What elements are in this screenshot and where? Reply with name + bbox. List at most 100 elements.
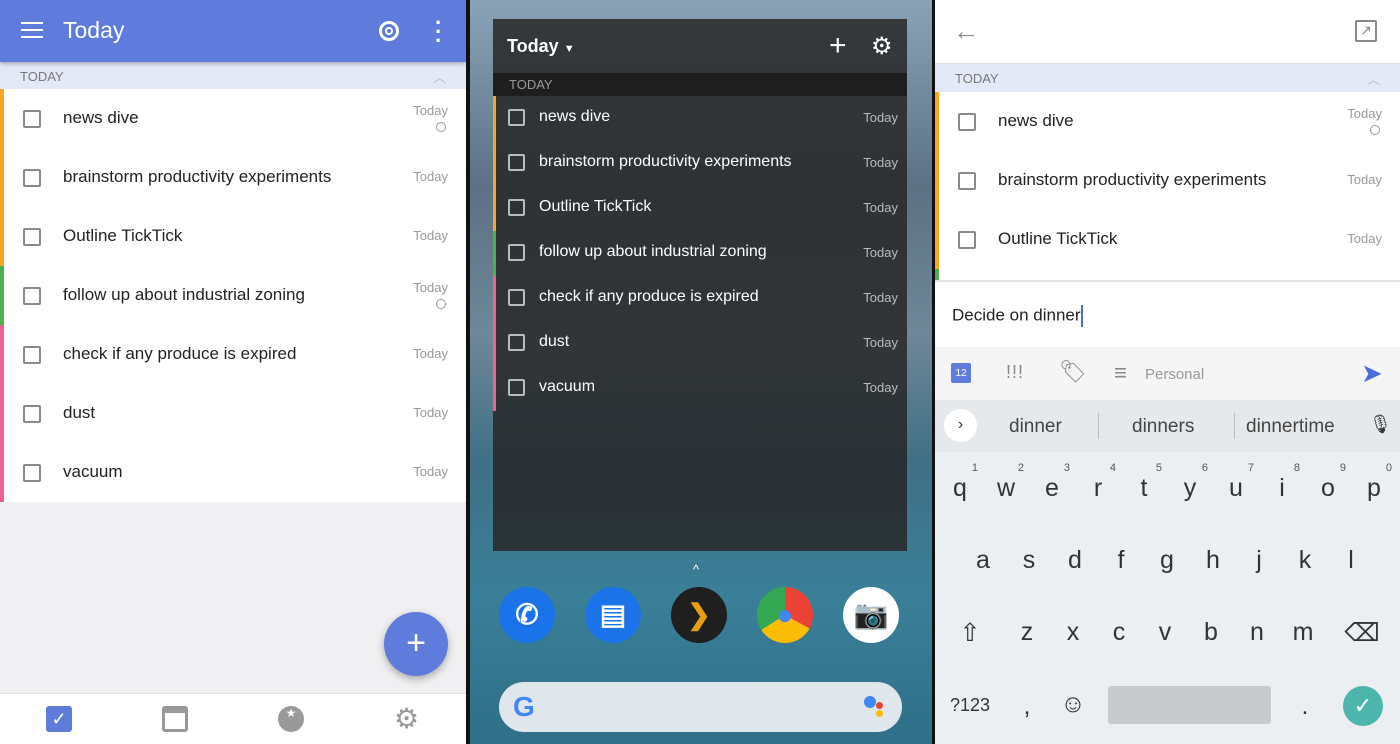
task-title[interactable]: brainstorm productivity experiments — [539, 153, 792, 171]
task-checkbox[interactable] — [508, 379, 525, 396]
key-b[interactable]: b — [1191, 618, 1231, 647]
send-icon[interactable]: ➤ — [1361, 358, 1383, 389]
menu-icon[interactable] — [21, 22, 43, 38]
key-j[interactable]: j — [1239, 546, 1279, 575]
emoji-key[interactable]: ☺ — [1053, 690, 1093, 719]
task-row[interactable]: dust Today — [493, 321, 907, 366]
task-row[interactable]: follow up about industrial zoningToday — [0, 266, 466, 325]
task-title[interactable]: news dive — [539, 108, 610, 126]
key-k[interactable]: k — [1285, 546, 1325, 575]
key-x[interactable]: x — [1053, 618, 1093, 647]
date-icon[interactable]: 12 — [951, 363, 971, 383]
messages-icon[interactable]: ▤ — [585, 587, 641, 643]
task-row[interactable]: news dive Today — [935, 92, 1400, 151]
task-checkbox[interactable] — [508, 154, 525, 171]
key-n[interactable]: n — [1237, 618, 1277, 647]
task-title[interactable]: vacuum — [539, 378, 595, 396]
task-checkbox[interactable] — [508, 244, 525, 261]
task-row[interactable]: vacuum Today — [0, 443, 466, 502]
collapse-icon[interactable]: ︿ — [433, 67, 446, 86]
task-checkbox[interactable] — [23, 228, 41, 246]
suggestion[interactable]: dinners — [1132, 416, 1194, 438]
key-v[interactable]: v — [1145, 618, 1185, 647]
key-l[interactable]: l — [1331, 546, 1371, 575]
key-m[interactable]: m — [1283, 618, 1323, 647]
task-title[interactable]: news dive — [998, 111, 1074, 131]
key-r[interactable]: r4 — [1078, 462, 1118, 503]
period-key[interactable]: . — [1285, 692, 1325, 721]
task-row[interactable]: check if any produce is expired Today — [0, 325, 466, 384]
comma-key[interactable]: , — [1007, 692, 1047, 721]
task-checkbox[interactable] — [508, 199, 525, 216]
task-title[interactable]: brainstorm productivity experiments — [998, 170, 1266, 190]
task-input[interactable]: Decide on dinner — [935, 283, 1400, 347]
add-icon[interactable]: + — [829, 29, 847, 63]
task-checkbox[interactable] — [23, 110, 41, 128]
key-w[interactable]: w2 — [986, 462, 1026, 503]
task-checkbox[interactable] — [508, 109, 525, 126]
shift-key[interactable]: ⇧ — [950, 618, 990, 648]
task-checkbox[interactable] — [23, 346, 41, 364]
task-row[interactable]: Outline TickTick Today — [0, 207, 466, 266]
task-row[interactable]: Outline TickTick Today — [493, 186, 907, 231]
settings-icon[interactable]: ⚙ — [871, 32, 893, 61]
task-row[interactable]: follow up about industrial zoningToday — [493, 231, 907, 276]
task-checkbox[interactable] — [508, 289, 525, 306]
task-title[interactable]: follow up about industrial zoning — [63, 285, 305, 305]
backspace-key[interactable]: ⌫ — [1342, 618, 1382, 648]
key-h[interactable]: h — [1193, 546, 1233, 575]
key-d[interactable]: d — [1055, 546, 1095, 575]
task-title[interactable]: Outline TickTick — [998, 229, 1117, 249]
task-row[interactable]: brainstorm productivity experiments Today — [0, 148, 466, 207]
focus-icon[interactable] — [379, 21, 399, 41]
key-y[interactable]: y6 — [1170, 462, 1210, 503]
key-g[interactable]: g — [1147, 546, 1187, 575]
task-row[interactable]: brainstorm productivity experiments Today — [935, 151, 1400, 210]
widget-title[interactable]: Today ▼ — [507, 36, 575, 57]
task-title[interactable]: Outline TickTick — [539, 198, 651, 216]
key-c[interactable]: c — [1099, 618, 1139, 647]
microphone-icon[interactable]: 🎙 — [1369, 414, 1392, 435]
task-row[interactable]: follow up about industrial zoningToday — [935, 269, 1400, 280]
phone-icon[interactable]: ✆ — [499, 587, 555, 643]
priority-icon[interactable]: !!! — [1006, 362, 1024, 383]
key-e[interactable]: e3 — [1032, 462, 1072, 503]
key-s[interactable]: s — [1009, 546, 1049, 575]
suggestion[interactable]: dinner — [1009, 416, 1062, 438]
task-row[interactable]: check if any produce is expired Today — [493, 276, 907, 321]
task-checkbox[interactable] — [23, 169, 41, 187]
task-title[interactable]: Outline TickTick — [63, 226, 182, 246]
symbols-key[interactable]: ?123 — [945, 695, 995, 716]
space-key[interactable] — [1108, 686, 1271, 724]
calendar-icon[interactable] — [162, 706, 188, 732]
task-row[interactable]: Outline TickTick Today — [935, 210, 1400, 269]
list-icon[interactable]: ≡ — [1114, 360, 1127, 386]
settings-icon[interactable]: ⚙ — [394, 705, 420, 733]
expand-suggestions-icon[interactable]: › — [944, 409, 977, 442]
task-checkbox[interactable] — [958, 172, 976, 190]
task-checkbox[interactable] — [958, 113, 976, 131]
key-o[interactable]: o9 — [1308, 462, 1348, 503]
task-row[interactable]: brainstorm productivity experiments Today — [493, 141, 907, 186]
key-q[interactable]: q1 — [940, 462, 980, 503]
habit-icon[interactable]: ★ — [278, 706, 304, 732]
app-drawer-handle-icon[interactable]: ^ — [693, 562, 699, 577]
add-task-button[interactable]: + — [384, 612, 448, 676]
task-row[interactable]: dust Today — [0, 384, 466, 443]
task-title[interactable]: check if any produce is expired — [63, 344, 296, 364]
key-a[interactable]: a — [963, 546, 1003, 575]
key-t[interactable]: t5 — [1124, 462, 1164, 503]
chrome-icon[interactable]: ● — [757, 587, 813, 643]
task-title[interactable]: follow up about industrial zoning — [539, 243, 767, 261]
key-f[interactable]: f — [1101, 546, 1141, 575]
done-key[interactable]: ✓ — [1343, 686, 1383, 726]
key-u[interactable]: u7 — [1216, 462, 1256, 503]
tag-icon[interactable]: 🏷 — [1059, 359, 1087, 385]
google-search-bar[interactable]: G — [499, 682, 902, 732]
task-checkbox[interactable] — [958, 231, 976, 249]
task-title[interactable]: check if any produce is expired — [539, 288, 759, 306]
expand-icon[interactable]: ↗ — [1355, 20, 1377, 42]
suggestion[interactable]: dinnertime — [1246, 416, 1335, 438]
camera-icon[interactable]: 📷 — [843, 587, 899, 643]
task-checkbox[interactable] — [508, 334, 525, 351]
